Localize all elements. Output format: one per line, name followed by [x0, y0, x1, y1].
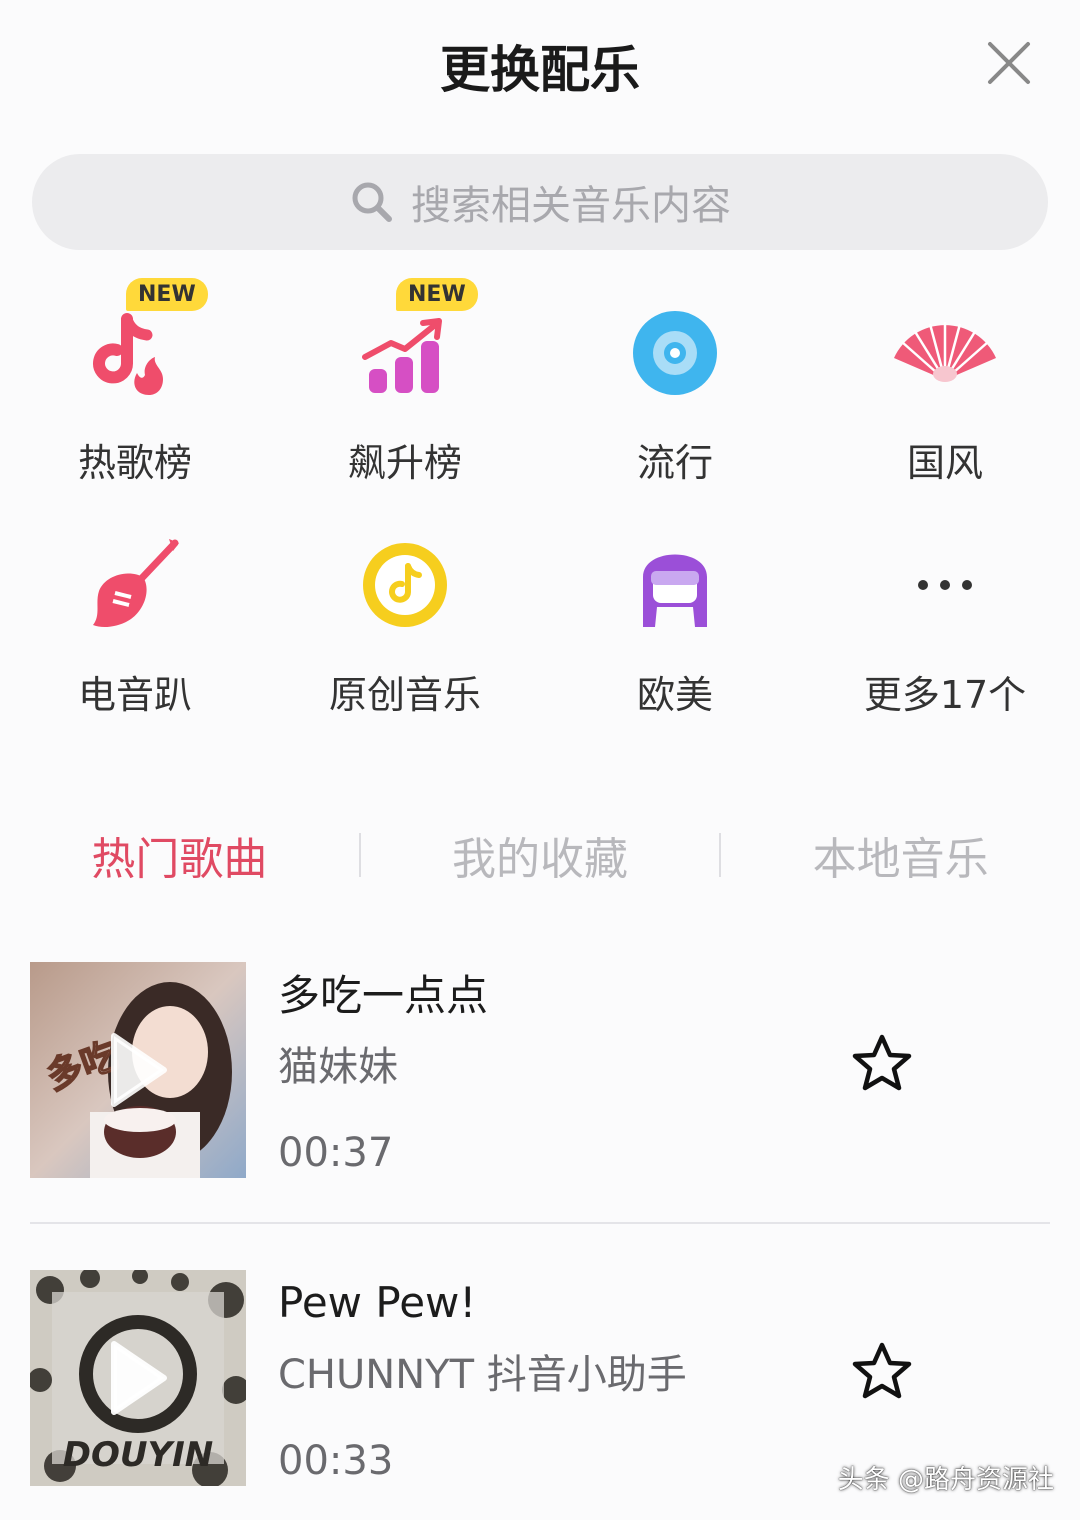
category-pop[interactable]: 流行 — [540, 272, 810, 504]
star-icon — [852, 1034, 912, 1091]
close-button[interactable] — [984, 38, 1034, 88]
song-duration: 00:33 — [278, 1438, 394, 1484]
category-original[interactable]: 原创音乐 — [270, 504, 540, 736]
song-title: Pew Pew! — [278, 1278, 477, 1327]
category-western[interactable]: 欧美 — [540, 504, 810, 736]
song-item[interactable]: 多吃 多吃一点点 猫妹妹 00:37 — [30, 962, 1050, 1178]
category-rising-chart[interactable]: NEW 飙升榜 — [270, 272, 540, 504]
search-placeholder: 搜索相关音乐内容 — [411, 183, 731, 229]
category-label: 流行 — [636, 441, 713, 485]
search-icon — [352, 182, 392, 222]
song-artist: CHUNNYT 抖音小助手 — [278, 1352, 687, 1398]
category-edm[interactable]: 电音趴 — [0, 504, 270, 736]
song-cover[interactable]: 多吃 — [30, 962, 246, 1178]
guitar-icon — [93, 539, 179, 627]
watermark: 头条 @路舟资源社 — [837, 1465, 1054, 1495]
new-badge: NEW — [396, 278, 478, 311]
music-note-circle-icon — [363, 543, 447, 627]
category-label: 热歌榜 — [77, 441, 192, 485]
cover-text: DOUYIN — [63, 1435, 213, 1475]
music-tabs: 热门歌曲 我的收藏 本地音乐 — [0, 810, 1080, 900]
star-icon — [852, 1342, 912, 1399]
category-grid: NEW 热歌榜 NEW 飙升榜 流行 国风 电音趴 原创音乐 欧美 更多17个 — [0, 272, 1080, 736]
category-label: 原创音乐 — [328, 673, 481, 717]
category-label: 飙升榜 — [347, 441, 462, 485]
tab-my-favorites[interactable]: 我的收藏 — [361, 823, 720, 887]
sunglasses-avatar-icon — [643, 554, 707, 627]
category-label: 更多17个 — [863, 673, 1027, 717]
new-badge: NEW — [126, 278, 208, 311]
category-chinese-style[interactable]: 国风 — [810, 272, 1080, 504]
song-cover[interactable]: DOUYIN — [30, 1270, 246, 1486]
category-label: 欧美 — [636, 673, 713, 717]
hot-chart-icon — [93, 313, 163, 395]
search-input[interactable]: 搜索相关音乐内容 — [32, 154, 1048, 250]
more-dots-icon — [918, 580, 972, 590]
category-label: 电音趴 — [77, 673, 192, 717]
favorite-button[interactable] — [850, 1340, 914, 1404]
close-icon — [988, 42, 1030, 84]
tab-hot-songs[interactable]: 热门歌曲 — [0, 823, 359, 887]
favorite-button[interactable] — [850, 1032, 914, 1096]
folding-fan-icon — [894, 322, 996, 382]
song-artist: 猫妹妹 — [278, 1044, 398, 1090]
play-icon — [111, 1341, 167, 1415]
page-title: 更换配乐 — [440, 41, 640, 99]
category-hot-chart[interactable]: NEW 热歌榜 — [0, 272, 270, 504]
category-more[interactable]: 更多17个 — [810, 504, 1080, 736]
vinyl-disc-icon — [633, 311, 717, 395]
song-title: 多吃一点点 — [278, 971, 489, 1020]
song-item[interactable]: DOUYIN Pew Pew! CHUNNYT 抖音小助手 00:33 — [30, 1270, 1050, 1486]
tab-local-music[interactable]: 本地音乐 — [721, 823, 1080, 887]
category-label: 国风 — [906, 441, 983, 485]
play-icon — [111, 1033, 167, 1107]
rising-chart-icon — [362, 318, 442, 393]
list-divider — [30, 1222, 1050, 1224]
song-duration: 00:37 — [278, 1130, 394, 1176]
